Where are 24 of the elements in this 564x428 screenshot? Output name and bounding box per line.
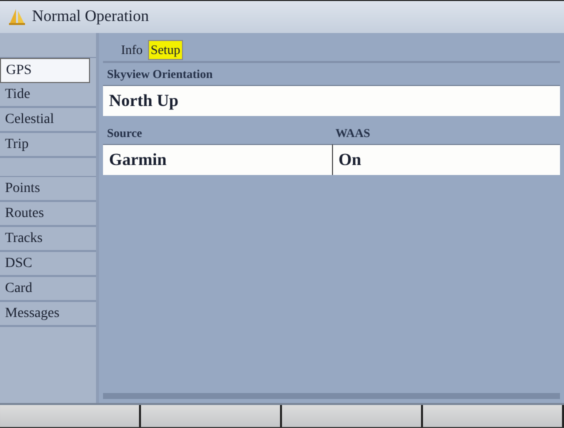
softkey-button[interactable] (0, 405, 141, 427)
sidebar-item[interactable]: GPS (0, 58, 90, 83)
sidebar-item[interactable]: Tracks (0, 227, 96, 252)
input-field[interactable]: Garmin (103, 144, 332, 175)
input-field[interactable]: On (332, 144, 560, 175)
softkey-button[interactable] (423, 405, 564, 427)
sidebar-item[interactable]: Celestial (0, 108, 96, 133)
tab[interactable]: Info (119, 41, 145, 59)
sidebar-item[interactable]: Routes (0, 202, 96, 227)
field-label: WAAS (334, 125, 372, 142)
sidebar-item[interactable]: Card (0, 277, 96, 302)
field-label: Skyview Orientation (106, 66, 214, 83)
field-label: Source (106, 125, 144, 142)
sidebar-item[interactable]: Tide (0, 83, 96, 108)
sidebar-item[interactable]: Points (0, 177, 96, 202)
sidebar-item[interactable]: Messages (0, 302, 96, 327)
window-title: Normal Operation (32, 8, 149, 26)
tab[interactable]: Setup (148, 40, 184, 60)
softkey-button[interactable] (282, 405, 423, 427)
input-field[interactable]: North Up (103, 85, 560, 116)
sidebar-item[interactable]: DSC (0, 252, 96, 277)
sidebar-item[interactable]: Trip (0, 133, 96, 158)
sailboat-icon (8, 8, 26, 26)
softkey-button[interactable] (141, 405, 282, 427)
